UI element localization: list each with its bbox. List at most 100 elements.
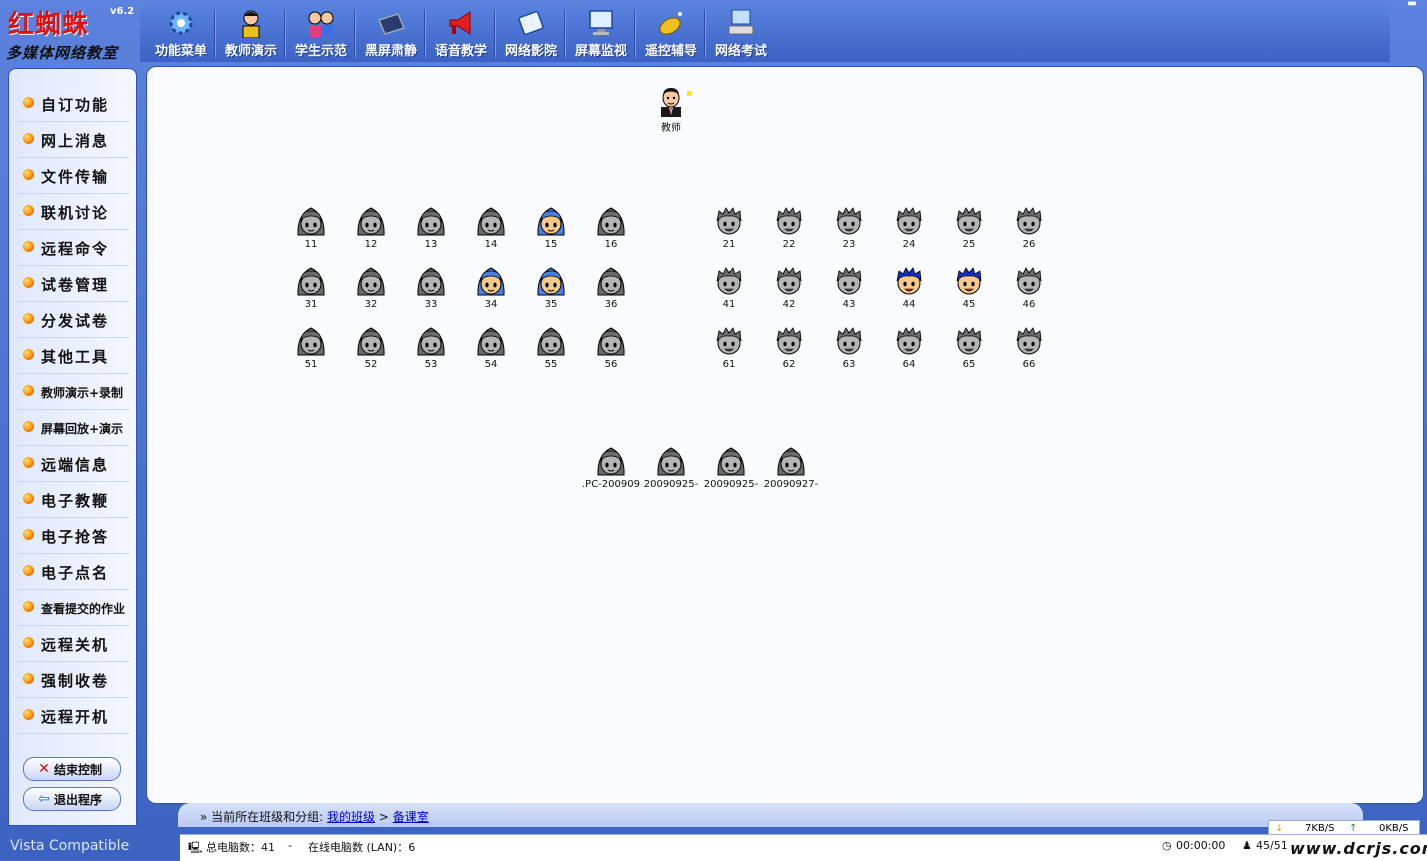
toolbar-button-9[interactable]: 网络考试 [706, 2, 776, 62]
student-desk[interactable]: 20090925- [704, 445, 758, 499]
student-desk[interactable]: 42 [769, 265, 809, 319]
toolbar-button-6[interactable]: 网络影院 [496, 2, 566, 62]
toolbar-button-7[interactable]: 屏幕监视 [566, 2, 636, 62]
student-desk[interactable]: 53 [411, 325, 451, 379]
sidebar-item-11[interactable]: 远端信息 [17, 447, 129, 482]
student-desk[interactable]: 15 [531, 205, 571, 259]
student-desk-label: 13 [424, 239, 438, 250]
sidebar-item-5[interactable]: 远程命令 [17, 231, 129, 266]
student-desk[interactable]: 63 [829, 325, 869, 379]
student-boy-online-icon [956, 267, 982, 295]
sidebar-item-label: 网上消息 [41, 132, 110, 150]
student-desk[interactable]: 66 [1009, 325, 1049, 379]
student-desk[interactable]: 26 [1009, 205, 1049, 259]
minimize-button[interactable]: ▬ [1405, 0, 1419, 10]
student-desk[interactable]: 55 [531, 325, 571, 379]
student-desk[interactable]: 54 [471, 325, 511, 379]
app-window: 红蜘蛛 v6.2 多媒体网络教室 功能菜单 教师演示 学生示范 黑屏肃静 语音教学 网络影… [0, 0, 1427, 861]
toolbar-button-1[interactable]: 功能菜单 [146, 2, 216, 62]
sidebar-item-13[interactable]: 电子抢答 [17, 519, 129, 554]
sidebar-item-12[interactable]: 电子教鞭 [17, 483, 129, 518]
sidebar-item-15[interactable]: 查看提交的作业 [17, 591, 129, 626]
sidebar-item-1[interactable]: 自订功能 [17, 87, 129, 122]
exit-program-button[interactable]: ⇦ 退出程序 [23, 787, 121, 811]
app-title: 红蜘蛛 [8, 10, 90, 40]
student-desk[interactable]: 23 [829, 205, 869, 259]
toolbar-button-8[interactable]: 遥控辅导 [636, 2, 706, 62]
student-desk[interactable]: 31 [291, 265, 331, 319]
student-desk[interactable]: 20090927- [764, 445, 818, 499]
student-desk-label: 44 [902, 299, 916, 310]
student-desk[interactable]: 12 [351, 205, 391, 259]
student-desk[interactable]: 36 [591, 265, 631, 319]
breadcrumb-class-link[interactable]: 我的班级 [327, 810, 375, 824]
sidebar-item-16[interactable]: 远程关机 [17, 627, 129, 662]
student-desk-label: 64 [902, 359, 916, 370]
student-desk[interactable]: 43 [829, 265, 869, 319]
student-desk[interactable]: 14 [471, 205, 511, 259]
student-desk[interactable]: 46 [1009, 265, 1049, 319]
teacher-desk[interactable]: 教师 [651, 85, 692, 139]
student-boy-offline-icon [836, 327, 862, 355]
student-desk[interactable]: 45 [949, 265, 989, 319]
sidebar-item-8[interactable]: 其他工具 [17, 339, 129, 374]
student-boy-offline-icon [1016, 327, 1042, 355]
student-desk[interactable]: 21 [709, 205, 749, 259]
sidebar-item-label: 分发试卷 [41, 312, 110, 330]
student-girl-offline-icon [417, 267, 445, 296]
breadcrumb-group-link[interactable]: 备课室 [393, 810, 429, 824]
student-boy-offline-icon [836, 207, 862, 235]
student-desk-label: 12 [364, 239, 378, 250]
student-boy-offline-icon [776, 267, 802, 295]
student-desk[interactable]: 62 [769, 325, 809, 379]
student-girl-offline-icon [417, 327, 445, 356]
student-desk[interactable]: 65 [949, 325, 989, 379]
sidebar-item-9[interactable]: 教师演示+录制 [17, 375, 129, 410]
sidebar-item-6[interactable]: 试卷管理 [17, 267, 129, 302]
toolbar-button-3[interactable]: 学生示范 [286, 2, 356, 62]
student-desk-label: 26 [1022, 239, 1036, 250]
student-desk[interactable]: 44 [889, 265, 929, 319]
sidebar-item-label: 远程关机 [41, 636, 110, 654]
student-desk-label: 33 [424, 299, 438, 310]
sidebar-item-10[interactable]: 屏幕回放+演示 [17, 411, 129, 446]
teacher-icon [242, 10, 260, 38]
student-desk[interactable]: 51 [291, 325, 331, 379]
student-desk[interactable]: 34 [471, 265, 511, 319]
toolbar-button-5[interactable]: 语音教学 [426, 2, 496, 62]
student-desk[interactable]: 33 [411, 265, 451, 319]
sidebar-item-7[interactable]: 分发试卷 [17, 303, 129, 338]
sidebar-item-2[interactable]: 网上消息 [17, 123, 129, 158]
sidebar-item-3[interactable]: 文件传输 [17, 159, 129, 194]
student-desk[interactable]: 32 [351, 265, 391, 319]
download-arrow-icon: ↓ [1275, 823, 1284, 834]
toolbar-button-4[interactable]: 黑屏肃静 [356, 2, 426, 62]
orange-bullet-icon [23, 169, 34, 180]
student-desk-label: 31 [304, 299, 318, 310]
sidebar-item-18[interactable]: 远程开机 [17, 699, 129, 734]
student-desk[interactable]: 52 [351, 325, 391, 379]
sidebar-item-4[interactable]: 联机讨论 [17, 195, 129, 230]
student-desk[interactable]: 24 [889, 205, 929, 259]
student-desk[interactable]: 35 [531, 265, 571, 319]
student-desk[interactable]: 11 [291, 205, 331, 259]
student-desk[interactable]: 61 [709, 325, 749, 379]
sidebar-item-14[interactable]: 电子点名 [17, 555, 129, 590]
black-screen-icon [377, 13, 406, 35]
sidebar-item-17[interactable]: 强制收卷 [17, 663, 129, 698]
student-desk[interactable]: 20090925- [644, 445, 698, 499]
student-desk[interactable]: 22 [769, 205, 809, 259]
student-desk[interactable]: 64 [889, 325, 929, 379]
toolbar-button-2[interactable]: 教师演示 [216, 2, 286, 62]
student-desk[interactable]: 13 [411, 205, 451, 259]
student-desk[interactable]: .PC-200909 [582, 445, 640, 499]
student-desk[interactable]: 56 [591, 325, 631, 379]
student-desk[interactable]: 41 [709, 265, 749, 319]
student-desk[interactable]: 25 [949, 205, 989, 259]
end-control-button[interactable]: ✕ 结束控制 [23, 757, 121, 781]
monitor-icon [589, 10, 613, 35]
student-desk[interactable]: 16 [591, 205, 631, 259]
session-timer: 00:00:00 [1176, 839, 1226, 852]
sidebar-item-label: 查看提交的作业 [41, 602, 126, 616]
student-girl-offline-icon [777, 447, 805, 476]
